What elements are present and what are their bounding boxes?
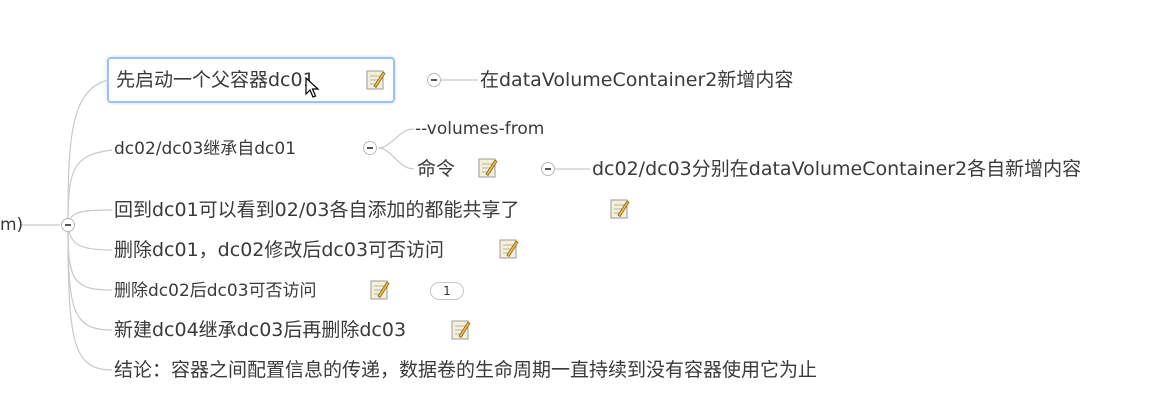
- topic-start-parent-container[interactable]: 先启动一个父容器dc01: [107, 57, 395, 103]
- topic-conclusion[interactable]: 结论：容器之间配置信息的传递，数据卷的生命周期一直持续到没有容器使用它为止: [114, 358, 817, 382]
- topic-delete-dc01[interactable]: 删除dc01，dc02修改后dc03可否访问: [114, 238, 444, 262]
- note-pencil-icon[interactable]: [366, 69, 386, 91]
- topic-delete-dc02[interactable]: 删除dc02后dc03可否访问: [114, 279, 317, 303]
- note-pencil-icon[interactable]: [370, 279, 390, 301]
- note-pencil-icon[interactable]: [451, 319, 471, 341]
- topic-back-to-dc01[interactable]: 回到dc01可以看到02/03各自添加的都能共享了: [114, 198, 519, 222]
- topic-label: 先启动一个父容器dc01: [116, 69, 315, 91]
- topic-separate-add-content[interactable]: dc02/dc03分别在dataVolumeContainer2各自新增内容: [592, 157, 1081, 181]
- topic-volumes-from[interactable]: --volumes-from: [415, 117, 544, 141]
- topic-inherit-from-dc01[interactable]: dc02/dc03继承自dc01: [114, 137, 296, 161]
- collapse-minus-icon[interactable]: [541, 162, 555, 176]
- root-topic-label[interactable]: m): [0, 213, 23, 237]
- note-pencil-icon[interactable]: [499, 238, 519, 260]
- note-pencil-icon[interactable]: [610, 198, 630, 220]
- collapse-minus-icon[interactable]: [363, 141, 377, 155]
- mindmap-canvas[interactable]: m) 先启动一个父容器dc01 在dataVolumeContainer2新增内…: [0, 0, 1166, 408]
- collapse-minus-icon[interactable]: [427, 73, 441, 87]
- topic-new-dc04[interactable]: 新建dc04继承dc03后再删除dc03: [114, 318, 406, 342]
- mouse-pointer-icon: [305, 77, 320, 98]
- collapsed-children-count-badge[interactable]: 1: [430, 282, 464, 300]
- topic-label: 命令: [417, 158, 456, 180]
- topic-command[interactable]: 命令: [417, 157, 455, 181]
- collapse-minus-icon[interactable]: [61, 218, 75, 232]
- note-pencil-icon[interactable]: [478, 157, 498, 179]
- topic-add-content-dc01[interactable]: 在dataVolumeContainer2新增内容: [480, 68, 793, 92]
